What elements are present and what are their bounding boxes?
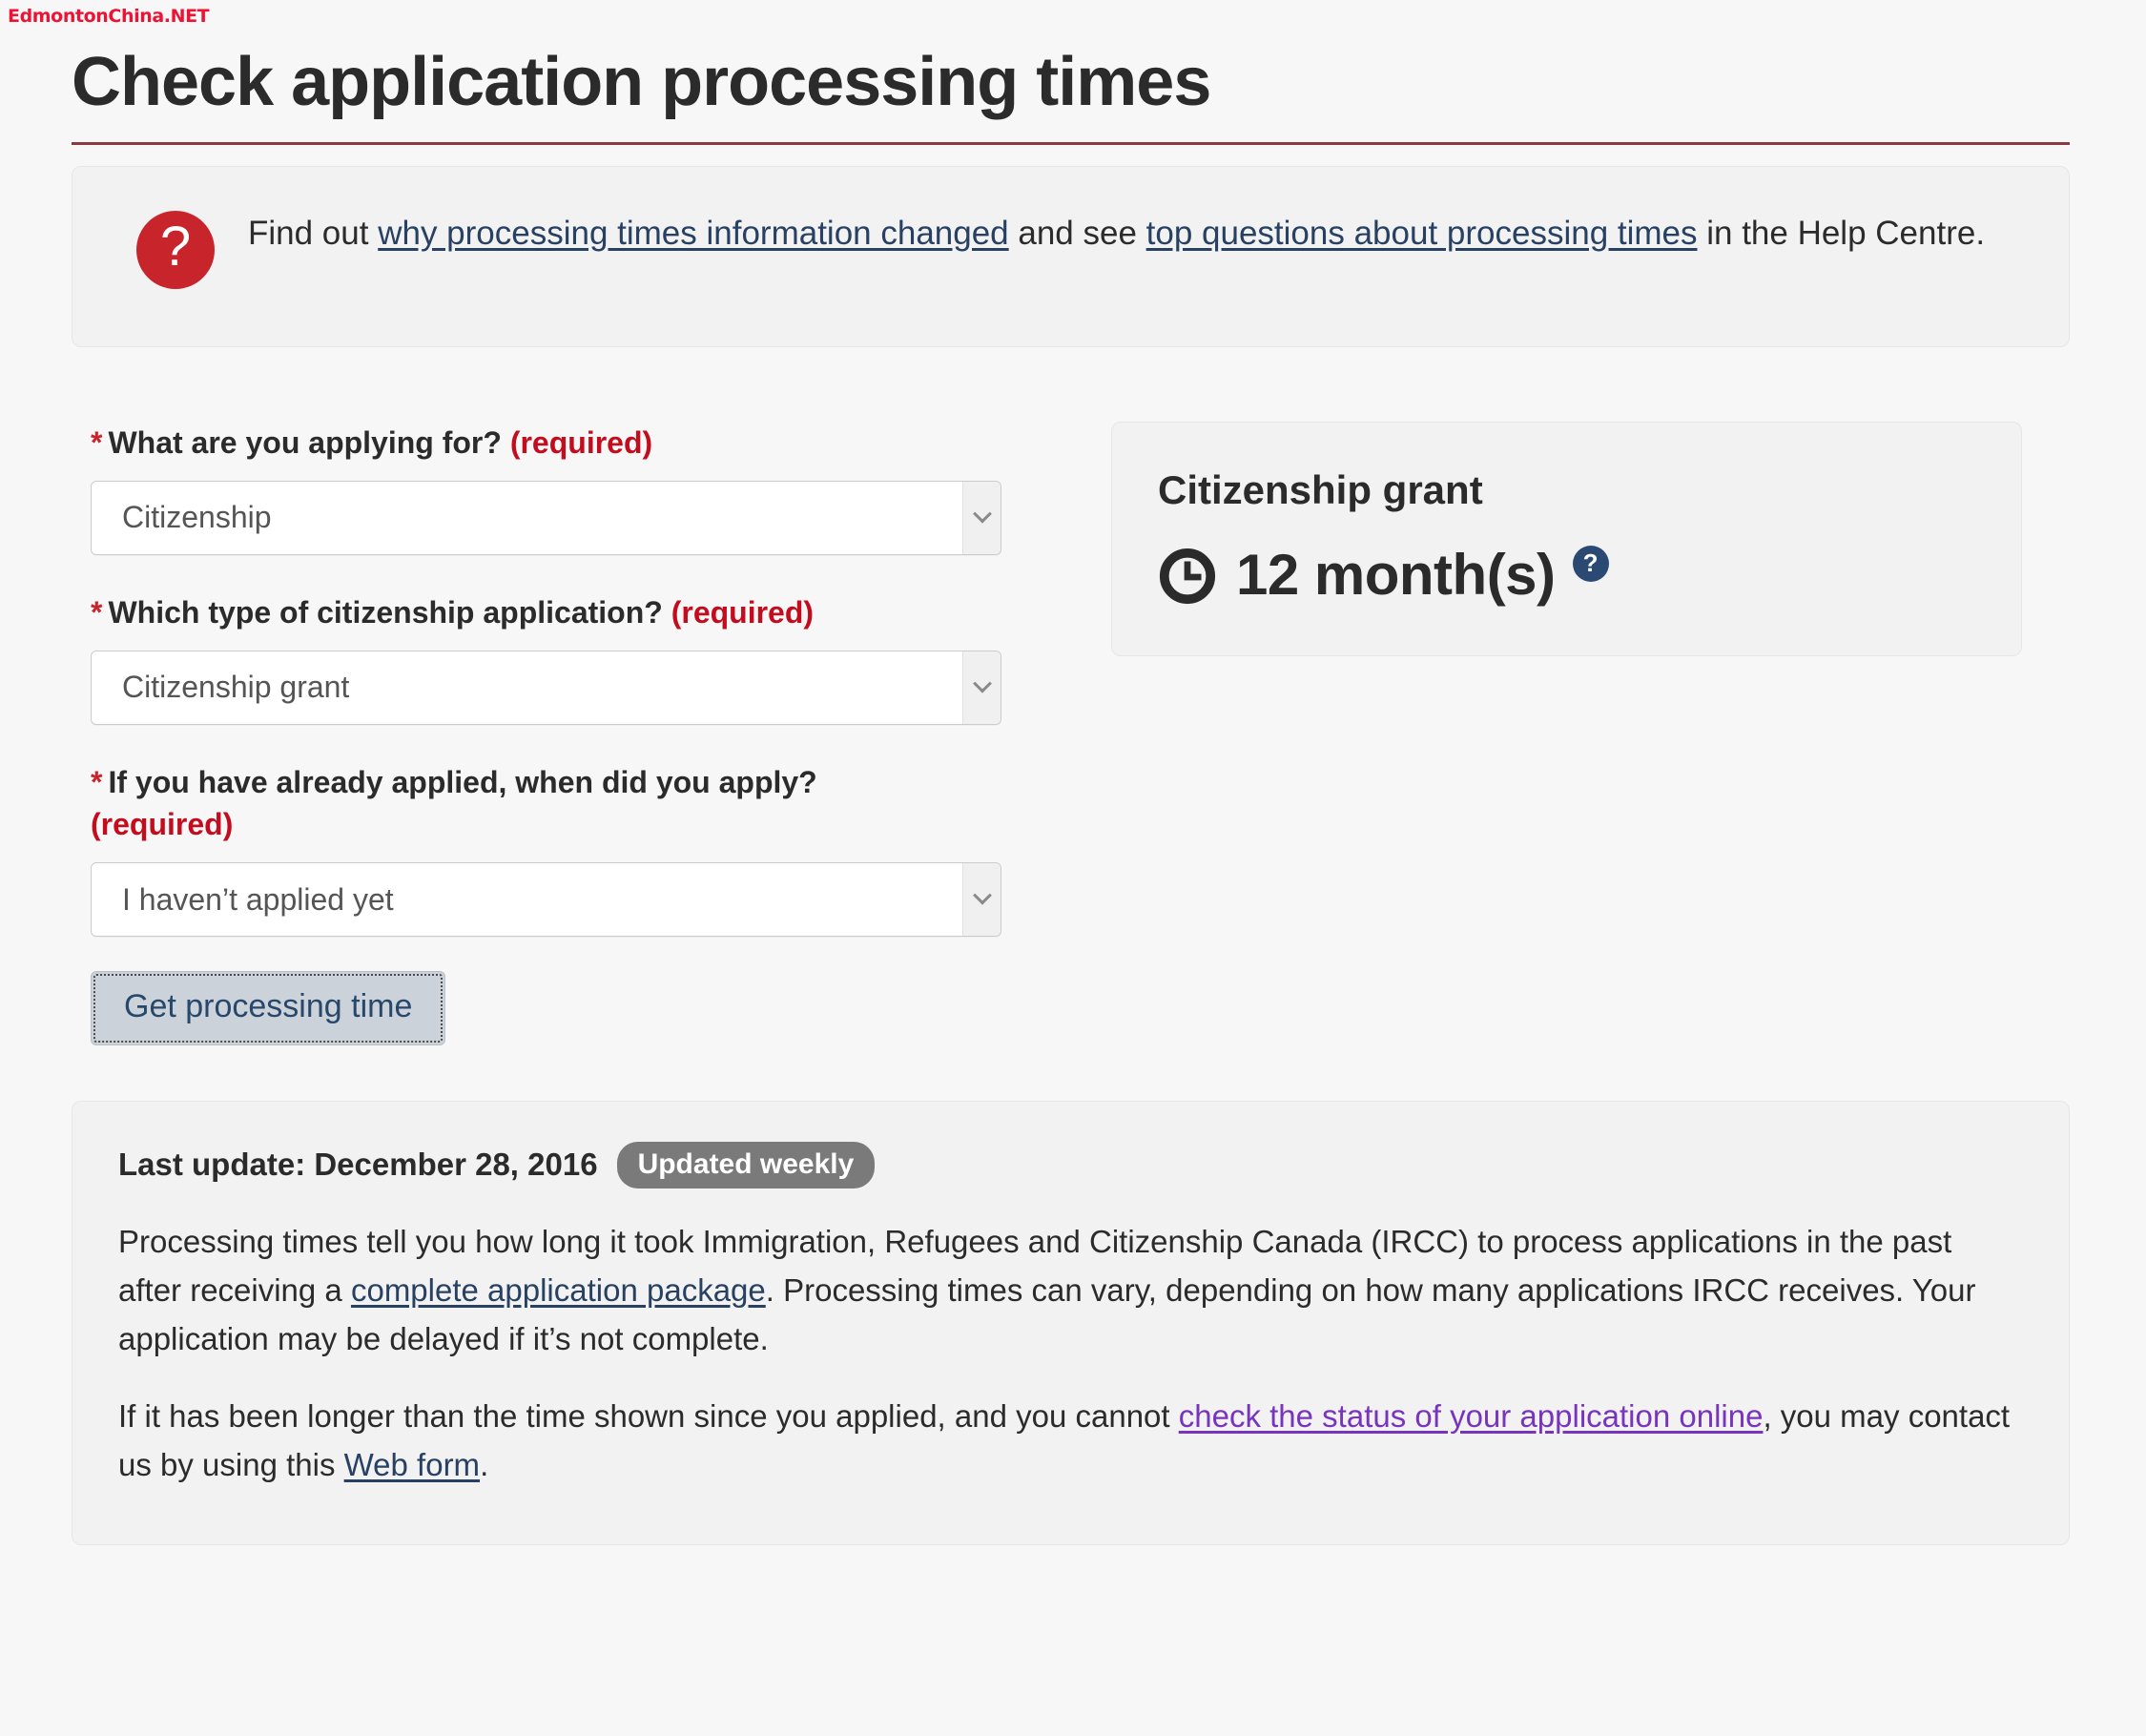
main-columns: *What are you applying for? (required) C…: [72, 422, 2070, 1045]
info-help-icon[interactable]: ?: [1573, 546, 1609, 582]
required-note: (required): [510, 425, 652, 460]
note-p2-a: If it has been longer than the time show…: [118, 1398, 1179, 1434]
field-applying-for: *What are you applying for? (required) C…: [91, 422, 1092, 555]
last-update-label: Last update: December 28, 2016: [118, 1147, 598, 1183]
label-applying-for: *What are you applying for? (required): [91, 422, 1035, 464]
title-divider: [72, 142, 2070, 145]
note-paragraph-1: Processing times tell you how long it to…: [118, 1217, 2023, 1363]
label-text: If you have already applied, when did yo…: [108, 765, 816, 799]
select-when-applied[interactable]: I haven’t applied yet: [91, 862, 1001, 937]
note-paragraph-2: If it has been longer than the time show…: [118, 1392, 2023, 1489]
required-star: *: [91, 765, 102, 799]
required-star: *: [91, 595, 102, 630]
content-wrapper: Check application processing times ? Fin…: [72, 0, 2070, 1545]
label-citizenship-type: *Which type of citizenship application? …: [91, 591, 1035, 633]
note-p2-c: .: [480, 1447, 488, 1482]
field-when-applied: *If you have already applied, when did y…: [91, 761, 1092, 937]
help-text-prefix: Find out: [248, 215, 378, 252]
link-web-form[interactable]: Web form: [344, 1447, 480, 1482]
get-processing-time-button[interactable]: Get processing time: [91, 971, 445, 1044]
link-check-application-status[interactable]: check the status of your application onl…: [1179, 1398, 1764, 1434]
label-text: Which type of citizenship application?: [108, 595, 662, 630]
select-applying-for-value: Citizenship: [92, 500, 272, 535]
result-row: 12 month(s) ?: [1158, 543, 1975, 606]
chevron-down-icon[interactable]: [962, 482, 1001, 554]
link-why-processing-times-changed[interactable]: why processing times information changed: [378, 215, 1008, 252]
select-applying-for[interactable]: Citizenship: [91, 481, 1001, 555]
submit-row: Get processing time: [91, 971, 1092, 1044]
question-mark-icon: ?: [136, 211, 215, 289]
last-update-row: Last update: December 28, 2016 Updated w…: [118, 1142, 2023, 1188]
chevron-down-icon[interactable]: [962, 651, 1001, 724]
field-citizenship-type: *Which type of citizenship application? …: [91, 591, 1092, 725]
help-icon-wrap: ?: [114, 205, 237, 289]
required-note: (required): [671, 595, 814, 630]
help-banner: ? Find out why processing times informat…: [72, 166, 2070, 347]
link-top-questions[interactable]: top questions about processing times: [1146, 215, 1698, 252]
site-watermark: EdmontonChina.NET: [8, 6, 209, 27]
select-when-applied-value: I haven’t applied yet: [92, 882, 394, 918]
updated-weekly-badge: Updated weekly: [617, 1142, 876, 1188]
result-title: Citizenship grant: [1158, 466, 1975, 514]
label-text: What are you applying for?: [108, 425, 501, 460]
select-citizenship-type[interactable]: Citizenship grant: [91, 651, 1001, 725]
select-citizenship-type-value: Citizenship grant: [92, 670, 349, 705]
help-text-middle: and see: [1009, 215, 1146, 252]
page-title: Check application processing times: [72, 0, 2070, 121]
result-column: Citizenship grant 12 month(s) ?: [1111, 422, 2022, 656]
result-panel: Citizenship grant 12 month(s) ?: [1111, 422, 2022, 656]
help-banner-text: Find out why processing times informatio…: [237, 205, 2027, 261]
page-root: EdmontonChina.NET Check application proc…: [0, 0, 2146, 1736]
form-column: *What are you applying for? (required) C…: [72, 422, 1092, 1045]
note-panel: Last update: December 28, 2016 Updated w…: [72, 1101, 2070, 1546]
clock-icon: [1158, 547, 1217, 606]
required-note: (required): [91, 807, 233, 841]
label-when-applied: *If you have already applied, when did y…: [91, 761, 1035, 845]
chevron-down-icon[interactable]: [962, 863, 1001, 936]
help-text-suffix: in the Help Centre.: [1698, 215, 1986, 252]
link-complete-application-package[interactable]: complete application package: [351, 1272, 766, 1308]
required-star: *: [91, 425, 102, 460]
result-value: 12 month(s): [1236, 545, 1556, 605]
